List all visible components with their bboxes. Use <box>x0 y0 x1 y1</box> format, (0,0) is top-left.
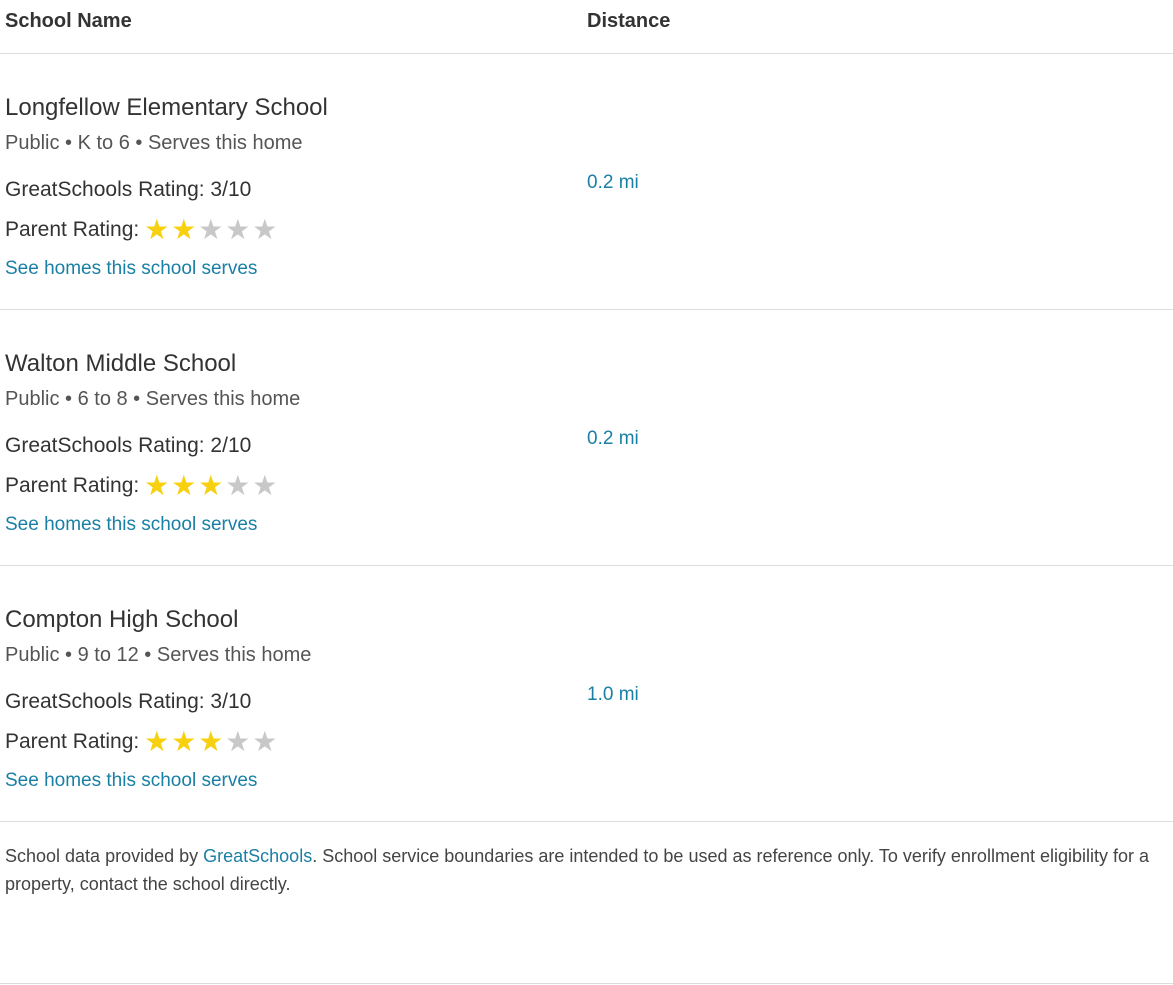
school-distance: 1.0 mi <box>587 684 639 705</box>
parent-rating: Parent Rating: ★ ★ ★ ★ ★ <box>5 213 278 246</box>
star-icon: ★ <box>252 213 278 246</box>
greatschools-rating: GreatSchools Rating: 3/10 <box>5 690 252 713</box>
star-icon: ★ <box>225 469 251 502</box>
star-icon: ★ <box>198 213 224 246</box>
parent-rating-label: Parent Rating: <box>5 730 140 753</box>
star-icon: ★ <box>198 725 224 758</box>
distance-column-header: Distance <box>587 10 671 32</box>
school-meta: Public • 9 to 12 • Serves this home <box>5 644 312 666</box>
star-icon: ★ <box>171 213 197 246</box>
school-name: Walton Middle School <box>5 350 237 377</box>
parent-rating-label: Parent Rating: <box>5 218 140 241</box>
star-icon: ★ <box>171 469 197 502</box>
parent-rating-stars: ★ ★ ★ ★ ★ <box>143 725 278 758</box>
parent-rating-label: Parent Rating: <box>5 474 140 497</box>
parent-rating-stars: ★ ★ ★ ★ ★ <box>143 469 278 502</box>
school-distance: 0.2 mi <box>587 428 639 449</box>
school-meta: Public • K to 6 • Serves this home <box>5 132 303 154</box>
star-icon: ★ <box>171 725 197 758</box>
school-name: Compton High School <box>5 606 239 633</box>
school-row: Longfellow Elementary School Public • K … <box>0 54 1173 310</box>
schools-table-header: School Name Distance <box>0 0 1173 54</box>
school-name-column-header: School Name <box>5 10 132 32</box>
parent-rating: Parent Rating: ★ ★ ★ ★ ★ <box>5 469 278 502</box>
star-icon: ★ <box>252 469 278 502</box>
see-homes-link[interactable]: See homes this school serves <box>5 258 257 280</box>
footnote-prefix: School data provided by <box>5 846 204 866</box>
data-source-footnote: School data provided by GreatSchools. Sc… <box>5 842 1165 898</box>
star-icon: ★ <box>225 213 251 246</box>
school-name: Longfellow Elementary School <box>5 94 328 121</box>
see-homes-link[interactable]: See homes this school serves <box>5 770 257 792</box>
see-homes-link[interactable]: See homes this school serves <box>5 514 257 536</box>
greatschools-rating: GreatSchools Rating: 3/10 <box>5 178 252 201</box>
star-icon: ★ <box>252 725 278 758</box>
star-icon: ★ <box>144 725 170 758</box>
parent-rating: Parent Rating: ★ ★ ★ ★ ★ <box>5 725 278 758</box>
school-row: Walton Middle School Public • 6 to 8 • S… <box>0 310 1173 566</box>
star-icon: ★ <box>144 469 170 502</box>
school-row: Compton High School Public • 9 to 12 • S… <box>0 566 1173 822</box>
school-distance: 0.2 mi <box>587 172 639 193</box>
star-icon: ★ <box>144 213 170 246</box>
school-meta: Public • 6 to 8 • Serves this home <box>5 388 301 410</box>
parent-rating-stars: ★ ★ ★ ★ ★ <box>143 213 278 246</box>
star-icon: ★ <box>225 725 251 758</box>
greatschools-rating: GreatSchools Rating: 2/10 <box>5 434 252 457</box>
section-divider <box>0 983 1173 984</box>
greatschools-link[interactable]: GreatSchools <box>203 846 312 866</box>
star-icon: ★ <box>198 469 224 502</box>
